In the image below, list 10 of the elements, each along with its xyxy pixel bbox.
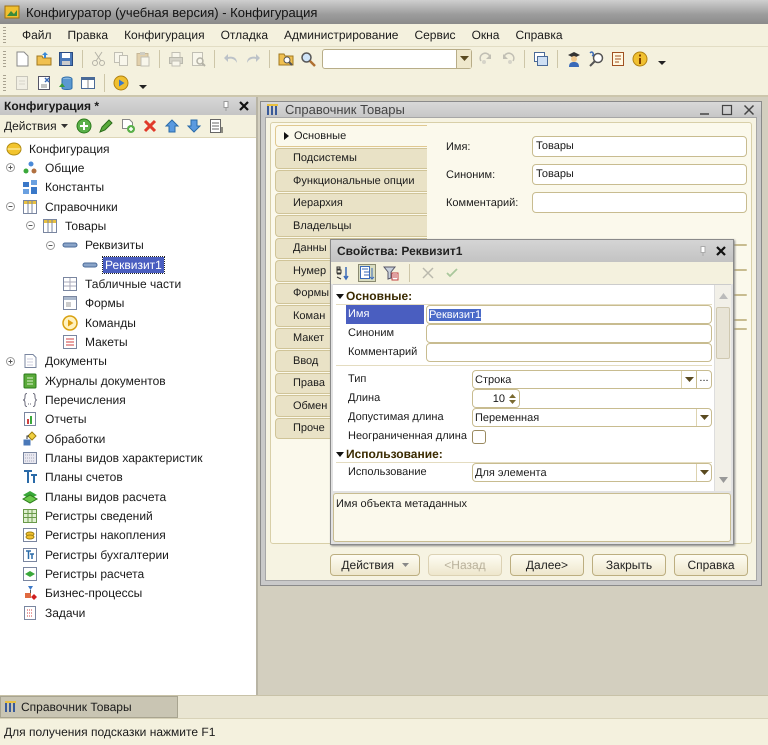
group-header: Основные:: [346, 289, 412, 303]
field-label: Комментарий:: [446, 196, 520, 208]
window-title: Справочник Товары: [285, 102, 406, 117]
window-title: Свойства: Реквизит1: [337, 244, 464, 258]
group-header: Использование:: [346, 447, 443, 461]
field-label: Синоним:: [446, 168, 496, 180]
description-text: Имя объекта метаданных: [333, 493, 731, 542]
window-title: Конфигуратор (учебная версия) - Конфигурация: [26, 4, 318, 20]
field-label: Имя:: [446, 140, 472, 152]
panel-title: Конфигурация *: [4, 99, 100, 113]
